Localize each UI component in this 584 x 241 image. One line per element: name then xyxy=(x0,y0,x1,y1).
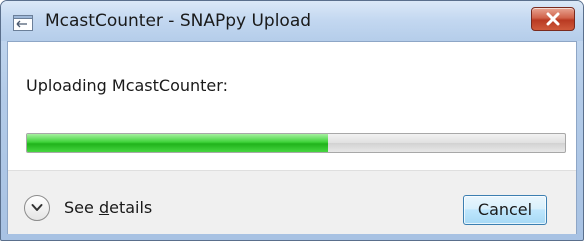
title-bar[interactable]: McastCounter - SNAPpy Upload xyxy=(1,1,583,41)
upload-progress-bar xyxy=(26,133,566,153)
window-title: McastCounter - SNAPpy Upload xyxy=(45,11,312,31)
cancel-button[interactable]: Cancel xyxy=(463,195,547,225)
see-details-suffix: etails xyxy=(109,198,153,217)
dialog-body: Uploading McastCounter: See details Canc… xyxy=(7,41,577,234)
close-button[interactable] xyxy=(531,7,575,31)
close-icon xyxy=(546,12,560,26)
see-details-prefix: See xyxy=(64,198,99,217)
upload-dialog-window: McastCounter - SNAPpy Upload Uploading M… xyxy=(0,0,584,241)
upload-message: Uploading McastCounter: xyxy=(26,76,228,95)
see-details-toggle[interactable] xyxy=(24,195,50,221)
see-details-link[interactable]: See details xyxy=(64,198,152,217)
window-app-icon xyxy=(13,15,33,31)
progress-fill xyxy=(27,134,329,152)
dialog-footer: See details Cancel xyxy=(8,170,576,234)
see-details-accelerator: d xyxy=(98,198,110,217)
chevron-down-icon xyxy=(31,204,43,211)
